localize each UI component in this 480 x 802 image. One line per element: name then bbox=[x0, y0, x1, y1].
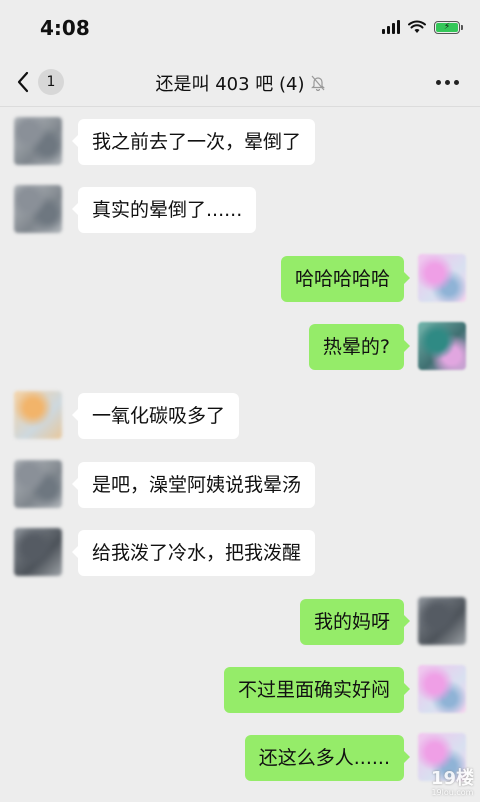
avatar[interactable] bbox=[418, 665, 466, 713]
status-time: 4:08 bbox=[40, 16, 90, 40]
status-bar: 4:08 ⚡ bbox=[0, 0, 480, 58]
message-row: 哈哈哈哈哈 bbox=[0, 254, 480, 304]
message-bubble-outgoing[interactable]: 不过里面确实好闷 bbox=[223, 667, 411, 713]
wifi-icon bbox=[408, 20, 426, 33]
message-bubble-outgoing[interactable]: 哈哈哈哈哈 bbox=[280, 256, 411, 302]
chat-title-area: 还是叫 403 吧 (4) bbox=[0, 70, 480, 96]
avatar[interactable] bbox=[418, 322, 466, 370]
message-bubble-outgoing[interactable]: 我的妈呀 bbox=[299, 599, 411, 645]
nav-bar: 1 还是叫 403 吧 (4) bbox=[0, 58, 480, 107]
message-bubble-incoming[interactable]: 一氧化碳吸多了 bbox=[71, 393, 240, 439]
message-bubble-incoming[interactable]: 我之前去了一次，晕倒了 bbox=[71, 119, 316, 165]
avatar[interactable] bbox=[14, 185, 62, 233]
more-options-button[interactable] bbox=[432, 68, 462, 96]
avatar[interactable] bbox=[418, 597, 466, 645]
site-watermark: 19楼 19lou.com bbox=[431, 770, 474, 798]
avatar[interactable] bbox=[14, 391, 62, 439]
avatar[interactable] bbox=[14, 528, 62, 576]
message-row: 真实的晕倒了...... bbox=[0, 185, 480, 235]
message-row: 给我泼了冷水，把我泼醒 bbox=[0, 528, 480, 578]
more-dots-icon bbox=[435, 79, 441, 85]
message-bubble-incoming[interactable]: 给我泼了冷水，把我泼醒 bbox=[71, 530, 316, 576]
message-row: 是吧，澡堂阿姨说我晕汤 bbox=[0, 460, 480, 510]
message-bubble-incoming[interactable]: 是吧，澡堂阿姨说我晕汤 bbox=[71, 462, 316, 508]
message-list[interactable]: 我之前去了一次，晕倒了 真实的晕倒了...... 哈哈哈哈哈 热晕的? 一氧化碳… bbox=[0, 107, 480, 802]
battery-icon: ⚡ bbox=[434, 20, 463, 34]
chat-title: 还是叫 403 吧 (4) bbox=[155, 74, 305, 95]
status-icons: ⚡ bbox=[382, 20, 463, 34]
watermark-url: 19lou.com bbox=[431, 788, 474, 797]
message-row: 一氧化碳吸多了 bbox=[0, 391, 480, 441]
signal-icon bbox=[382, 20, 400, 34]
battery-fill: ⚡ bbox=[436, 22, 458, 32]
message-bubble-outgoing[interactable]: 热晕的? bbox=[308, 324, 411, 370]
chat-screen: 4:08 ⚡ 1 还是叫 403 吧 (4) 我之前去了一次，晕倒了 真实的晕倒… bbox=[0, 0, 480, 802]
message-row: 还这么多人...... bbox=[0, 733, 480, 783]
message-row: 不过里面确实好闷 bbox=[0, 665, 480, 715]
message-row: 我的妈呀 bbox=[0, 597, 480, 647]
avatar[interactable] bbox=[14, 460, 62, 508]
avatar[interactable] bbox=[14, 117, 62, 165]
message-bubble-incoming[interactable]: 真实的晕倒了...... bbox=[71, 187, 257, 233]
message-row: 我之前去了一次，晕倒了 bbox=[0, 117, 480, 167]
message-bubble-outgoing[interactable]: 还这么多人...... bbox=[244, 735, 411, 781]
avatar[interactable] bbox=[418, 254, 466, 302]
watermark-logo-text: 19楼 bbox=[430, 768, 474, 789]
message-row: 热晕的? bbox=[0, 322, 480, 372]
mute-bell-icon bbox=[310, 75, 325, 91]
